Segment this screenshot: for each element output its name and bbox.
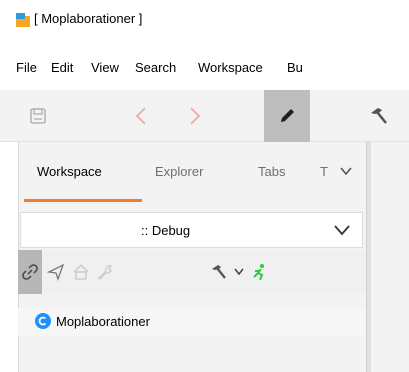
menu-search[interactable]: Search <box>135 60 176 75</box>
tabs-overflow-chevron-icon[interactable] <box>339 165 353 177</box>
menu-workspace[interactable]: Workspace <box>198 60 263 75</box>
home-button[interactable] <box>70 250 92 294</box>
tab-explorer[interactable]: Explorer <box>155 164 203 179</box>
tab-workspace[interactable]: Workspace <box>37 164 102 179</box>
tab-tabs[interactable]: Tabs <box>258 164 285 179</box>
menu-build[interactable]: Bu <box>287 60 303 75</box>
run-button[interactable] <box>248 250 270 294</box>
wrench-icon <box>98 265 112 280</box>
build-dropdown-button[interactable] <box>232 250 246 294</box>
tree-item-label[interactable]: Moplaborationer <box>56 314 150 329</box>
edit-button[interactable] <box>264 90 310 142</box>
main-toolbar <box>0 90 409 142</box>
active-tab-indicator <box>24 199 142 202</box>
build-config-value: :: Debug <box>141 223 191 238</box>
build-tool-button[interactable] <box>208 250 232 294</box>
menu-bar: File Edit View Search Workspace Bu <box>0 60 409 82</box>
window-title: [ Moplaborationer ] <box>34 11 143 26</box>
build-button[interactable] <box>360 90 400 142</box>
tab-overflow[interactable]: T <box>320 164 328 179</box>
editor-area[interactable] <box>371 142 409 372</box>
back-chevron-icon <box>135 107 146 125</box>
send-icon <box>47 263 65 281</box>
chevron-down-icon <box>234 268 244 276</box>
title-bar: [ Moplaborationer ] <box>0 0 409 40</box>
menu-view[interactable]: View <box>91 60 119 75</box>
project-icon <box>35 313 51 329</box>
hammer-icon <box>212 265 226 279</box>
chevron-down-icon <box>334 225 350 236</box>
forward-chevron-icon <box>190 107 201 125</box>
home-icon <box>73 264 89 280</box>
send-button[interactable] <box>45 250 67 294</box>
save-icon <box>30 108 46 124</box>
link-button[interactable] <box>18 250 42 294</box>
back-button[interactable] <box>128 90 154 142</box>
wrench-button[interactable] <box>94 250 116 294</box>
build-config-select[interactable]: :: Debug <box>20 212 363 248</box>
app-icon <box>16 13 30 27</box>
menu-edit[interactable]: Edit <box>51 60 73 75</box>
forward-button[interactable] <box>182 90 208 142</box>
link-icon <box>22 264 38 280</box>
build-hammer-icon <box>371 108 387 124</box>
run-icon <box>253 264 264 281</box>
workspace-toolbar <box>18 250 366 294</box>
menu-file[interactable]: File <box>16 60 37 75</box>
save-button[interactable] <box>22 90 54 142</box>
edit-pencil-icon <box>281 109 294 122</box>
